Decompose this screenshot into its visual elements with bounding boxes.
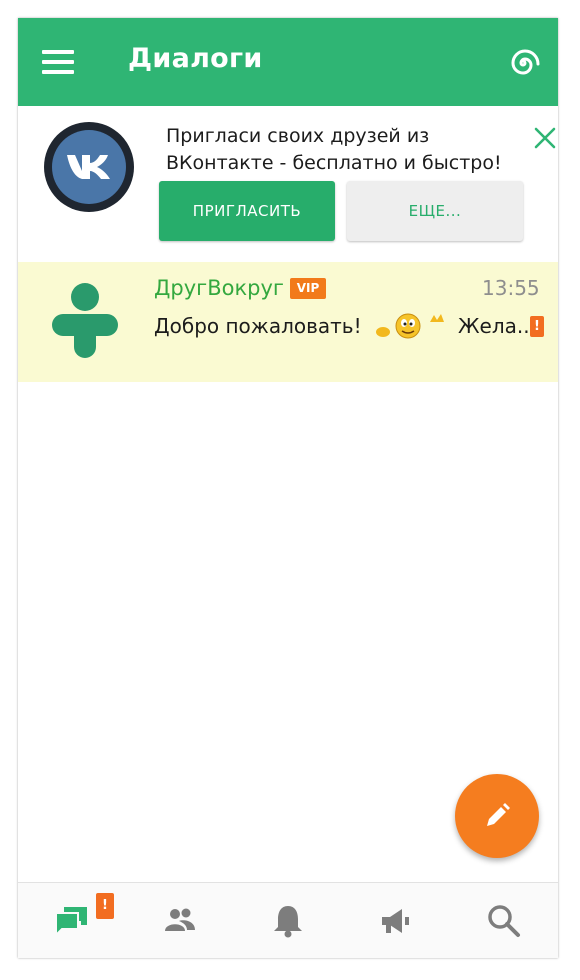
app-screen: Диалоги Пригласи своих друзей из ВКонтак…	[18, 18, 558, 958]
emoji-icons	[376, 313, 444, 339]
vip-badge: VIP	[290, 278, 326, 299]
search-icon	[488, 905, 520, 937]
people-icon	[165, 908, 195, 931]
dialog-contact-name: ДругВокруг	[154, 276, 284, 300]
close-icon[interactable]	[533, 126, 557, 150]
megaphone-icon	[382, 909, 409, 933]
vk-avatar	[44, 122, 134, 212]
nav-item-dialogs[interactable]: !	[18, 883, 126, 958]
nav-item-search[interactable]	[450, 883, 558, 958]
hamburger-menu-icon[interactable]	[42, 49, 74, 75]
invite-message: Пригласи своих друзей из ВКонтакте - бес…	[166, 125, 502, 174]
bell-icon	[274, 906, 302, 938]
dialog-timestamp: 13:55	[482, 276, 540, 300]
spiral-logo-icon[interactable]	[506, 46, 540, 80]
compose-button[interactable]	[455, 774, 539, 858]
chat-bubbles-icon	[55, 907, 87, 938]
pencil-icon	[487, 803, 510, 826]
vk-logo-icon	[67, 155, 110, 179]
app-bar: Диалоги	[18, 18, 558, 106]
more-button[interactable]: ЕЩЕ...	[347, 181, 523, 241]
invite-button[interactable]: ПРИГЛАСИТЬ	[159, 181, 335, 241]
drugvokrug-logo-icon	[52, 283, 118, 358]
dialog-list-item[interactable]: ДругВокруг VIP 13:55 Добро пожаловать! Ж…	[18, 262, 558, 382]
page-title: Диалоги	[128, 43, 263, 74]
nav-badge: !	[96, 893, 114, 919]
nav-item-notifications[interactable]	[234, 883, 342, 958]
unread-badge: !	[530, 316, 544, 337]
dialog-preview-text: Добро пожаловать!	[154, 314, 362, 338]
bottom-navigation: !	[18, 882, 558, 958]
dialog-preview-text-end: Жела...	[458, 314, 536, 338]
nav-item-announcements[interactable]	[342, 883, 450, 958]
nav-item-people[interactable]	[126, 883, 234, 958]
